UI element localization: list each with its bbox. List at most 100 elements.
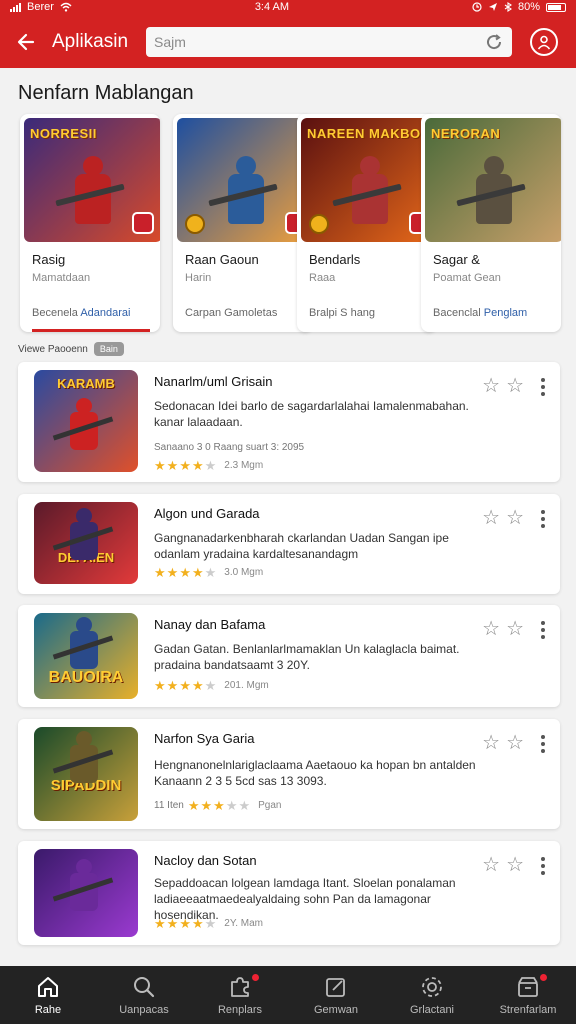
nav-item-plugins[interactable]: Renplars bbox=[192, 966, 288, 1024]
store-icon bbox=[518, 977, 538, 997]
featured-art: NERORAN bbox=[425, 118, 561, 242]
nav-label: Gemwan bbox=[313, 1004, 359, 1016]
featured-subtitle: Mamatdaan bbox=[32, 272, 91, 284]
star-outline-icon[interactable]: ☆ bbox=[506, 376, 524, 396]
search-icon bbox=[134, 977, 155, 998]
featured-name: Raan Gaoun bbox=[185, 252, 259, 267]
section-title: Nenfarn Mablangan bbox=[18, 82, 194, 104]
search-placeholder: Sajm bbox=[154, 34, 186, 50]
hero-figure bbox=[208, 156, 278, 236]
hero-figure bbox=[52, 731, 114, 791]
star-outline-icon[interactable]: ☆ bbox=[506, 619, 524, 639]
carrier-name: Berer bbox=[27, 1, 54, 13]
item-rating: 11 Iten ★ ★ ★ ★ ★ Pgan bbox=[154, 799, 281, 812]
more-vert-icon[interactable] bbox=[540, 378, 546, 396]
wifi-icon bbox=[60, 2, 72, 12]
star-outline-icon[interactable]: ☆ bbox=[506, 733, 524, 753]
item-title: Nacloy dan Sotan bbox=[154, 853, 257, 868]
app-bar: Berer 3:4 AM 80% Aplikasin Sajm bbox=[0, 0, 576, 68]
star-outline-icon[interactable]: ☆ bbox=[482, 376, 500, 396]
app-thumbnail: BAUOIRA bbox=[34, 613, 138, 699]
profile-icon[interactable] bbox=[530, 28, 558, 56]
more-vert-icon[interactable] bbox=[540, 621, 546, 639]
item-rating: ★ ★ ★ ★ ★ 2Y. Mam bbox=[154, 917, 263, 930]
settings-icon bbox=[422, 977, 442, 997]
star-outline-icon[interactable]: ☆ bbox=[482, 619, 500, 639]
item-title: Nanarlm/uml Grisain bbox=[154, 374, 273, 389]
more-vert-icon[interactable] bbox=[540, 857, 546, 875]
filter-chip[interactable]: Bain bbox=[93, 342, 124, 356]
bottom-navigation: Rahe Uanpacas Renplars Gemwan Grlactani … bbox=[0, 966, 576, 1024]
star-outline-icon[interactable]: ☆ bbox=[482, 855, 500, 875]
selected-indicator bbox=[32, 329, 150, 332]
star-filled-icon: ★ bbox=[191, 916, 204, 931]
featured-link[interactable]: Penglam bbox=[484, 307, 527, 319]
hero-figure bbox=[52, 617, 114, 677]
back-arrow-icon[interactable] bbox=[6, 22, 46, 62]
nav-label: Strenfarlam bbox=[499, 1004, 557, 1016]
battery-icon bbox=[546, 2, 566, 12]
hero-figure bbox=[55, 156, 125, 236]
status-time: 3:4 AM bbox=[254, 1, 290, 13]
item-description: Gadan Gatan. Benlanlarlmamaklan Un kalag… bbox=[154, 642, 460, 672]
featured-name: Sagar & bbox=[433, 252, 480, 267]
hero-figure bbox=[52, 398, 114, 458]
nav-item-search[interactable]: Uanpacas bbox=[96, 966, 192, 1024]
more-vert-icon[interactable] bbox=[540, 510, 546, 528]
rating-stars: ★ ★ ★ ★ ★ bbox=[154, 917, 216, 930]
search-input[interactable]: Sajm bbox=[146, 27, 512, 57]
nav-label: Rahe bbox=[34, 1004, 62, 1016]
featured-card[interactable]: NERORAN Sagar & Poamat Gean Bacenclal Pe… bbox=[421, 114, 561, 332]
featured-art: NORRESII bbox=[24, 118, 160, 242]
star-filled-icon: ★ bbox=[166, 916, 179, 931]
item-rating: ★ ★ ★ ★ ★ 201. Mgm bbox=[154, 679, 269, 692]
rating-stars: ★ ★ ★ ★ ★ bbox=[154, 679, 216, 692]
list-filter-row: Viewe Paooenn Bain bbox=[18, 342, 124, 356]
hero-figure bbox=[456, 156, 526, 236]
star-filled-icon: ★ bbox=[166, 458, 179, 473]
star-outline-icon[interactable]: ☆ bbox=[506, 508, 524, 528]
star-filled-icon: ★ bbox=[154, 458, 166, 473]
alarm-icon bbox=[472, 2, 482, 12]
item-date: 2.3 Mgm bbox=[224, 460, 264, 471]
list-item[interactable]: DEFAIEN Algon und Garada Gangnanadarkenb… bbox=[18, 494, 560, 594]
nav-item-home[interactable]: Rahe bbox=[0, 966, 96, 1024]
refresh-icon[interactable] bbox=[484, 32, 504, 52]
featured-name: Rasig bbox=[32, 252, 66, 267]
star-outline-icon[interactable]: ☆ bbox=[482, 508, 500, 528]
coin-icon bbox=[309, 214, 329, 234]
rating-stars: ★ ★ ★ ★ ★ bbox=[154, 566, 216, 579]
notification-dot bbox=[540, 974, 547, 981]
star-empty-icon: ★ bbox=[225, 798, 238, 813]
nav-item-edit[interactable]: Gemwan bbox=[288, 966, 384, 1024]
home-icon bbox=[38, 977, 58, 997]
featured-card[interactable]: Raan Gaoun Harin Carpan Gamoletas bbox=[173, 114, 313, 332]
item-title: Narfon Sya Garia bbox=[154, 731, 255, 746]
featured-link[interactable]: Adandarai bbox=[80, 307, 130, 319]
featured-footer: Bacenclal Penglam bbox=[433, 307, 528, 319]
list-item[interactable]: Nacloy dan Sotan Sepaddoacan lolgean lam… bbox=[18, 841, 560, 945]
nav-item-settings[interactable]: Grlactani bbox=[384, 966, 480, 1024]
star-filled-icon: ★ bbox=[179, 458, 191, 473]
star-outline-icon[interactable]: ☆ bbox=[506, 855, 524, 875]
app-thumbnail: SIPADDIN bbox=[34, 727, 138, 821]
featured-subtitle: Raaa bbox=[309, 272, 336, 284]
star-empty-icon: ★ bbox=[204, 565, 217, 580]
star-outline-icon[interactable]: ☆ bbox=[482, 733, 500, 753]
list-item[interactable]: KARAMB Nanarlm/uml Grisain Sedonacan Ide… bbox=[18, 362, 560, 482]
star-filled-icon: ★ bbox=[191, 458, 204, 473]
featured-card[interactable]: NORRESII Rasig Mamatdaan Becenela Adanda… bbox=[20, 114, 160, 332]
featured-card[interactable]: NAREEN MAKBOAK Bendarls Raaa Bralpi S ha… bbox=[297, 114, 437, 332]
item-rating: ★ ★ ★ ★ ★ 2.3 Mgm bbox=[154, 459, 263, 472]
star-filled-icon: ★ bbox=[154, 916, 166, 931]
item-date: 201. Mgm bbox=[224, 680, 269, 691]
nav-item-store[interactable]: Strenfarlam bbox=[480, 966, 576, 1024]
list-item[interactable]: SIPADDIN Narfon Sya Garia Hengnanonelnla… bbox=[18, 719, 560, 829]
item-description: Sedonacan Idei barlo de sagardarlalahai … bbox=[154, 399, 469, 429]
nav-label: Grlactani bbox=[409, 1004, 455, 1016]
star-empty-icon: ★ bbox=[204, 678, 217, 693]
more-vert-icon[interactable] bbox=[540, 735, 546, 753]
list-item[interactable]: BAUOIRA Nanay dan Bafama Gadan Gatan. Be… bbox=[18, 605, 560, 707]
featured-name: Bendarls bbox=[309, 252, 361, 267]
featured-art-title: NORRESII bbox=[30, 126, 97, 141]
